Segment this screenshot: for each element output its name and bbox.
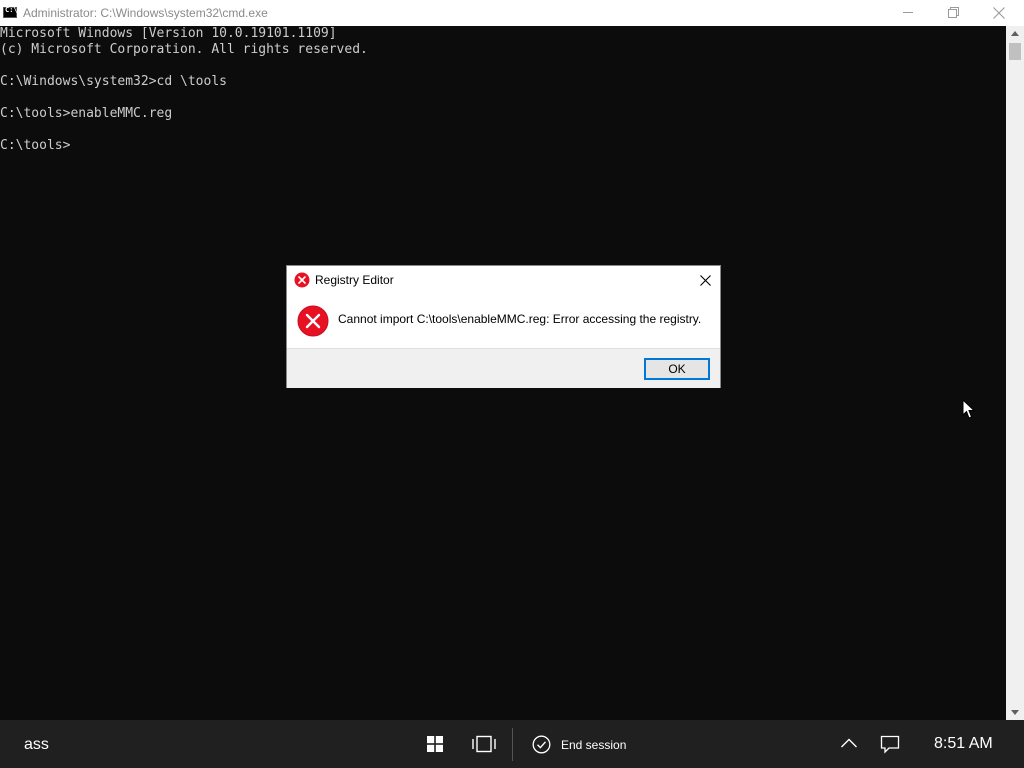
vertical-scrollbar[interactable] <box>1006 26 1024 720</box>
windows-start-icon[interactable] <box>427 736 443 752</box>
minimize-button[interactable] <box>884 0 930 26</box>
taskbar-clock[interactable]: 8:51 AM <box>934 735 993 753</box>
console-line: Microsoft Windows [Version 10.0.19101.11… <box>0 26 337 41</box>
taskbar-divider <box>512 728 513 761</box>
cmd-app-icon <box>3 6 18 18</box>
taskbar-user-label[interactable]: ass <box>24 736 49 754</box>
dialog-title: Registry Editor <box>315 273 394 287</box>
close-icon <box>700 275 711 286</box>
error-icon <box>294 272 310 288</box>
console-line: C:\Windows\system32>cd \tools <box>0 74 227 89</box>
notification-icon[interactable] <box>880 735 900 754</box>
console-line: (c) Microsoft Corporation. All rights re… <box>0 42 368 57</box>
window-titlebar[interactable]: Administrator: C:\Windows\system32\cmd.e… <box>0 0 1024 27</box>
task-view-icon[interactable] <box>471 735 497 753</box>
dialog-close-button[interactable] <box>692 269 720 293</box>
scroll-thumb[interactable] <box>1009 43 1021 60</box>
console-prompt-line: C:\tools> <box>0 138 71 153</box>
end-session-check-icon <box>532 735 551 754</box>
ok-button[interactable]: OK <box>644 358 710 380</box>
window-title: Administrator: C:\Windows\system32\cmd.e… <box>23 6 268 20</box>
console-line: C:\tools>enableMMC.reg <box>0 106 173 121</box>
registry-editor-dialog: Registry Editor Cannot import C:\tools\e… <box>286 265 721 388</box>
taskbar: ass End session 8:51 AM <box>0 720 1024 768</box>
error-icon <box>297 305 329 337</box>
chevron-up-icon[interactable] <box>840 737 858 749</box>
close-window-button[interactable] <box>976 0 1022 26</box>
dialog-footer: OK <box>287 348 720 388</box>
mouse-cursor-icon <box>962 399 975 419</box>
restore-button[interactable] <box>930 0 976 26</box>
scroll-up-button[interactable] <box>1006 26 1024 42</box>
end-session-label: End session <box>561 738 627 752</box>
dialog-message: Cannot import C:\tools\enableMMC.reg: Er… <box>338 312 702 326</box>
scroll-down-button[interactable] <box>1006 704 1024 720</box>
close-icon <box>993 7 1005 19</box>
